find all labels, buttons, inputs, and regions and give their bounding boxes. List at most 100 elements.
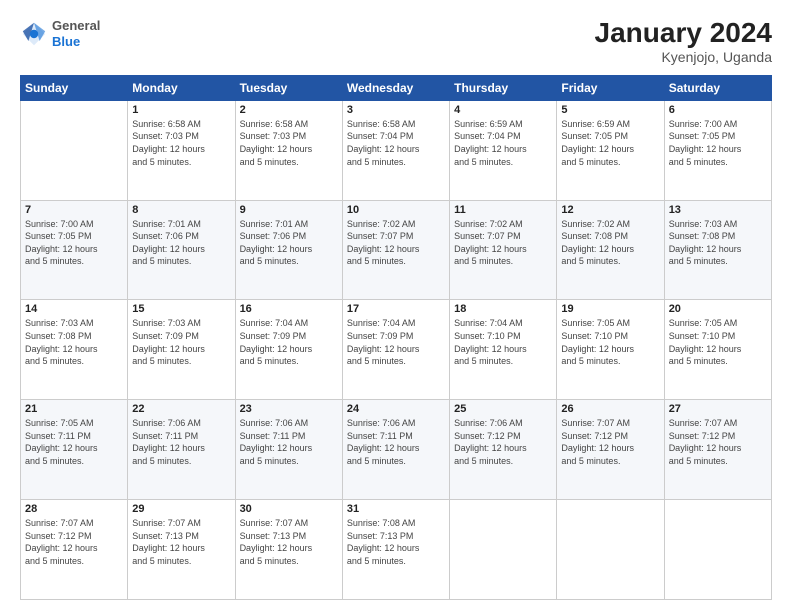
- calendar-cell: 17 Sunrise: 7:04 AM Sunset: 7:09 PM Dayli…: [342, 300, 449, 400]
- day-info: Sunrise: 7:03 AM Sunset: 7:08 PM Dayligh…: [669, 218, 767, 268]
- weekday-header-sunday: Sunday: [21, 75, 128, 100]
- day-number: 4: [454, 104, 552, 116]
- day-number: 21: [25, 403, 123, 415]
- day-number: 2: [240, 104, 338, 116]
- day-info: Sunrise: 7:01 AM Sunset: 7:06 PM Dayligh…: [132, 218, 230, 268]
- day-number: 5: [561, 104, 659, 116]
- day-info: Sunrise: 7:03 AM Sunset: 7:09 PM Dayligh…: [132, 317, 230, 367]
- day-number: 26: [561, 403, 659, 415]
- page: General Blue January 2024 Kyenjojo, Ugan…: [0, 0, 792, 612]
- day-info: Sunrise: 6:59 AM Sunset: 7:05 PM Dayligh…: [561, 118, 659, 168]
- calendar-cell: 29Sunrise: 7:07 AM Sunset: 7:13 PM Dayli…: [128, 500, 235, 600]
- day-info: Sunrise: 7:03 AM Sunset: 7:08 PM Dayligh…: [25, 317, 123, 367]
- calendar-cell: 4Sunrise: 6:59 AM Sunset: 7:04 PM Daylig…: [450, 100, 557, 200]
- calendar-cell: 12Sunrise: 7:02 AM Sunset: 7:08 PM Dayli…: [557, 200, 664, 300]
- logo-blue: Blue: [52, 34, 80, 49]
- calendar-cell: 13 Sunrise: 7:03 AM Sunset: 7:08 PM Dayli…: [664, 200, 771, 300]
- day-info: Sunrise: 7:04 AM Sunset: 7:09 PM Dayligh…: [347, 317, 445, 367]
- day-number: 19: [561, 303, 659, 315]
- day-number: 3: [347, 104, 445, 116]
- day-info: Sunrise: 7:02 AM Sunset: 7:07 PM Dayligh…: [454, 218, 552, 268]
- weekday-header-tuesday: Tuesday: [235, 75, 342, 100]
- weekday-header-thursday: Thursday: [450, 75, 557, 100]
- day-number: 6: [669, 104, 767, 116]
- calendar-week-1: 1 Sunrise: 6:58 AM Sunset: 7:03 PM Daylig…: [21, 100, 772, 200]
- calendar-cell: 1 Sunrise: 6:58 AM Sunset: 7:03 PM Daylig…: [128, 100, 235, 200]
- calendar-cell: 6Sunrise: 7:00 AM Sunset: 7:05 PM Daylig…: [664, 100, 771, 200]
- day-number: 24: [347, 403, 445, 415]
- day-info: Sunrise: 7:06 AM Sunset: 7:11 PM Dayligh…: [240, 417, 338, 467]
- calendar-cell: 16 Sunrise: 7:04 AM Sunset: 7:09 PM Dayli…: [235, 300, 342, 400]
- month-year: January 2024: [595, 18, 772, 49]
- day-info: Sunrise: 7:05 AM Sunset: 7:10 PM Dayligh…: [561, 317, 659, 367]
- calendar-cell: 26 Sunrise: 7:07 AM Sunset: 7:12 PM Dayli…: [557, 400, 664, 500]
- day-number: 13: [669, 204, 767, 216]
- day-number: 27: [669, 403, 767, 415]
- calendar-cell: 30Sunrise: 7:07 AM Sunset: 7:13 PM Dayli…: [235, 500, 342, 600]
- day-info: Sunrise: 7:08 AM Sunset: 7:13 PM Dayligh…: [347, 517, 445, 567]
- calendar-cell: 18 Sunrise: 7:04 AM Sunset: 7:10 PM Dayli…: [450, 300, 557, 400]
- weekday-header-saturday: Saturday: [664, 75, 771, 100]
- calendar-cell: [664, 500, 771, 600]
- day-number: 25: [454, 403, 552, 415]
- day-info: Sunrise: 7:07 AM Sunset: 7:12 PM Dayligh…: [561, 417, 659, 467]
- day-number: 8: [132, 204, 230, 216]
- calendar-cell: 11Sunrise: 7:02 AM Sunset: 7:07 PM Dayli…: [450, 200, 557, 300]
- day-number: 15: [132, 303, 230, 315]
- calendar-cell: 8 Sunrise: 7:01 AM Sunset: 7:06 PM Daylig…: [128, 200, 235, 300]
- calendar-cell: 31 Sunrise: 7:08 AM Sunset: 7:13 PM Dayli…: [342, 500, 449, 600]
- day-info: Sunrise: 7:05 AM Sunset: 7:11 PM Dayligh…: [25, 417, 123, 467]
- calendar-cell: 7Sunrise: 7:00 AM Sunset: 7:05 PM Daylig…: [21, 200, 128, 300]
- day-number: 16: [240, 303, 338, 315]
- calendar-cell: 3 Sunrise: 6:58 AM Sunset: 7:04 PM Daylig…: [342, 100, 449, 200]
- day-info: Sunrise: 7:07 AM Sunset: 7:12 PM Dayligh…: [25, 517, 123, 567]
- calendar-week-4: 21 Sunrise: 7:05 AM Sunset: 7:11 PM Dayli…: [21, 400, 772, 500]
- day-info: Sunrise: 7:06 AM Sunset: 7:12 PM Dayligh…: [454, 417, 552, 467]
- calendar-cell: 20 Sunrise: 7:05 AM Sunset: 7:10 PM Dayli…: [664, 300, 771, 400]
- calendar-week-5: 28 Sunrise: 7:07 AM Sunset: 7:12 PM Dayli…: [21, 500, 772, 600]
- logo-text: General Blue: [52, 18, 100, 49]
- calendar-cell: 24Sunrise: 7:06 AM Sunset: 7:11 PM Dayli…: [342, 400, 449, 500]
- day-info: Sunrise: 7:07 AM Sunset: 7:13 PM Dayligh…: [240, 517, 338, 567]
- day-number: 20: [669, 303, 767, 315]
- day-info: Sunrise: 7:05 AM Sunset: 7:10 PM Dayligh…: [669, 317, 767, 367]
- day-number: 18: [454, 303, 552, 315]
- weekday-header-friday: Friday: [557, 75, 664, 100]
- day-number: 22: [132, 403, 230, 415]
- day-number: 29: [132, 503, 230, 515]
- calendar-cell: 21 Sunrise: 7:05 AM Sunset: 7:11 PM Dayli…: [21, 400, 128, 500]
- calendar-week-2: 7Sunrise: 7:00 AM Sunset: 7:05 PM Daylig…: [21, 200, 772, 300]
- calendar-cell: [450, 500, 557, 600]
- day-number: 31: [347, 503, 445, 515]
- day-number: 7: [25, 204, 123, 216]
- calendar-cell: 27Sunrise: 7:07 AM Sunset: 7:12 PM Dayli…: [664, 400, 771, 500]
- calendar-cell: 22 Sunrise: 7:06 AM Sunset: 7:11 PM Dayli…: [128, 400, 235, 500]
- calendar-cell: 15 Sunrise: 7:03 AM Sunset: 7:09 PM Dayli…: [128, 300, 235, 400]
- weekday-header-row: SundayMondayTuesdayWednesdayThursdayFrid…: [21, 75, 772, 100]
- day-info: Sunrise: 7:06 AM Sunset: 7:11 PM Dayligh…: [132, 417, 230, 467]
- calendar-week-3: 14 Sunrise: 7:03 AM Sunset: 7:08 PM Dayli…: [21, 300, 772, 400]
- logo-icon: [20, 20, 48, 48]
- day-info: Sunrise: 6:58 AM Sunset: 7:04 PM Dayligh…: [347, 118, 445, 168]
- calendar-cell: 19 Sunrise: 7:05 AM Sunset: 7:10 PM Dayli…: [557, 300, 664, 400]
- calendar-cell: 10 Sunrise: 7:02 AM Sunset: 7:07 PM Dayli…: [342, 200, 449, 300]
- day-number: 14: [25, 303, 123, 315]
- day-number: 10: [347, 204, 445, 216]
- calendar-cell: 14 Sunrise: 7:03 AM Sunset: 7:08 PM Dayli…: [21, 300, 128, 400]
- day-info: Sunrise: 7:02 AM Sunset: 7:07 PM Dayligh…: [347, 218, 445, 268]
- weekday-header-wednesday: Wednesday: [342, 75, 449, 100]
- title-block: January 2024 Kyenjojo, Uganda: [595, 18, 772, 65]
- calendar-table: SundayMondayTuesdayWednesdayThursdayFrid…: [20, 75, 772, 600]
- calendar-cell: 2 Sunrise: 6:58 AM Sunset: 7:03 PM Daylig…: [235, 100, 342, 200]
- day-info: Sunrise: 7:04 AM Sunset: 7:10 PM Dayligh…: [454, 317, 552, 367]
- header: General Blue January 2024 Kyenjojo, Ugan…: [20, 18, 772, 65]
- calendar-cell: 9Sunrise: 7:01 AM Sunset: 7:06 PM Daylig…: [235, 200, 342, 300]
- day-number: 28: [25, 503, 123, 515]
- day-number: 12: [561, 204, 659, 216]
- day-number: 1: [132, 104, 230, 116]
- day-number: 9: [240, 204, 338, 216]
- day-info: Sunrise: 6:58 AM Sunset: 7:03 PM Dayligh…: [132, 118, 230, 168]
- day-number: 17: [347, 303, 445, 315]
- day-info: Sunrise: 6:58 AM Sunset: 7:03 PM Dayligh…: [240, 118, 338, 168]
- day-info: Sunrise: 7:04 AM Sunset: 7:09 PM Dayligh…: [240, 317, 338, 367]
